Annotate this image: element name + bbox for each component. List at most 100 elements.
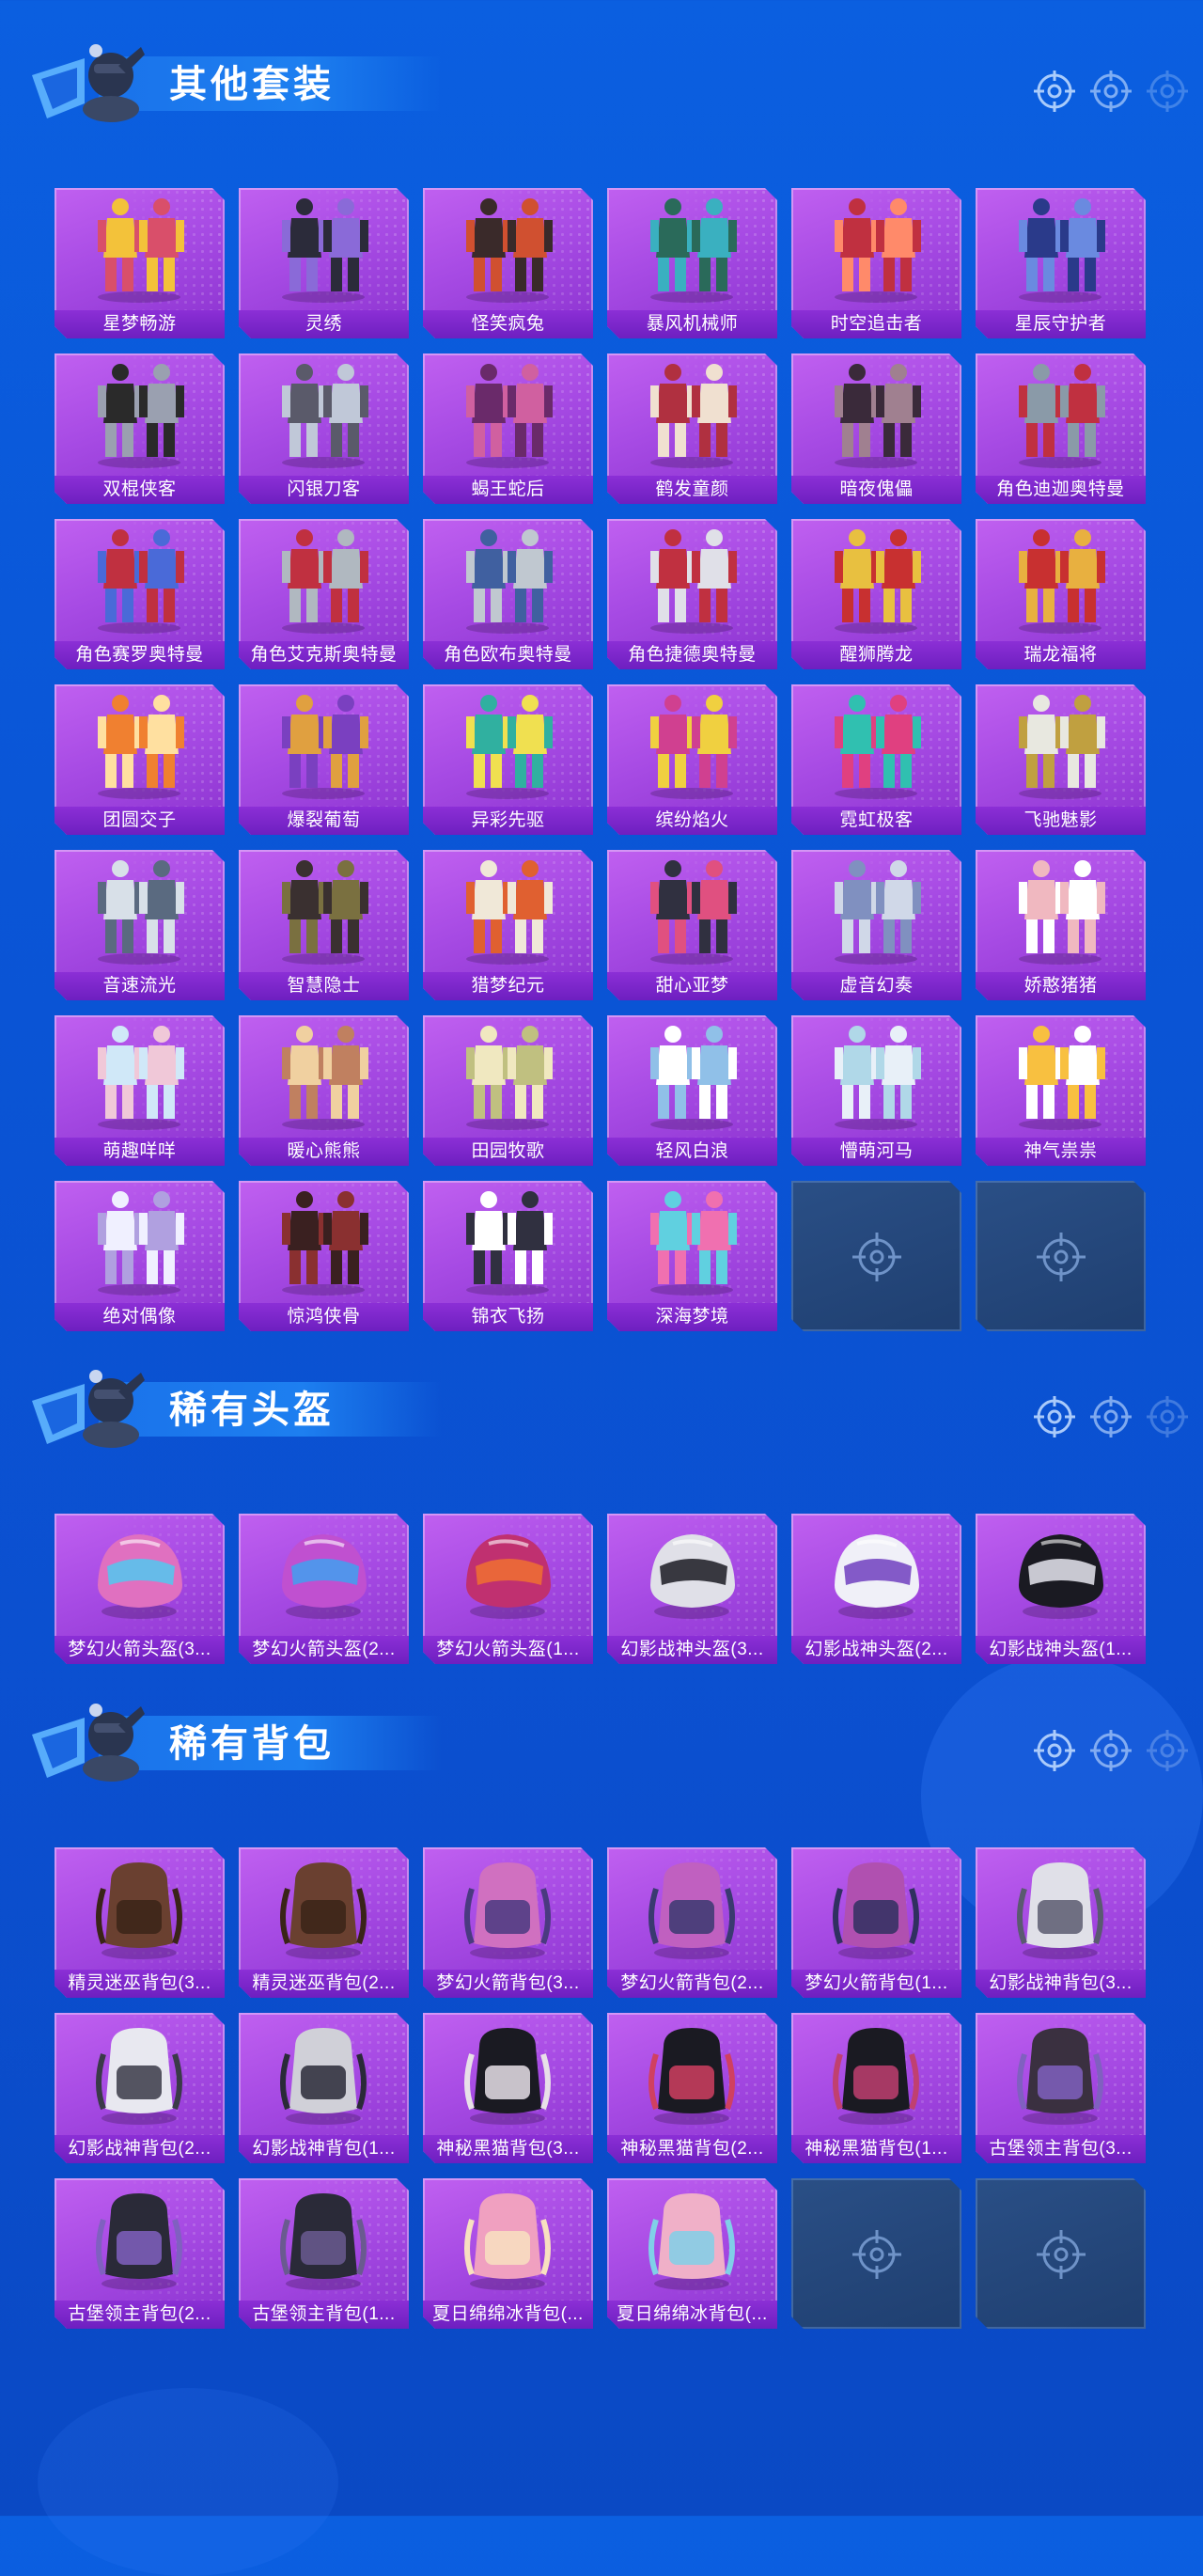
suit-item-card[interactable]: 角色赛罗奥特曼 (55, 519, 225, 669)
suit-item-card[interactable]: 虚音幻奏 (791, 850, 961, 1000)
helmet-item-card[interactable]: 梦幻火箭头盔(1... (423, 1514, 593, 1664)
backpack-item-card[interactable]: 古堡领主背包(3... (976, 2013, 1146, 2163)
suit-item-card[interactable]: 闪银刀客 (239, 353, 409, 504)
helmet-item-card[interactable]: 幻影战神头盔(1... (976, 1514, 1146, 1664)
suit-item-card[interactable]: 娇憨猪猪 (976, 850, 1146, 1000)
item-name: 异彩先驱 (423, 807, 593, 835)
empty-slot (976, 1181, 1146, 1331)
backpack-item-card[interactable]: 夏日绵绵冰背包(... (423, 2178, 593, 2329)
item-name: 幻影战神头盔(2... (791, 1636, 961, 1664)
suit-item-card[interactable]: 智慧隐士 (239, 850, 409, 1000)
suit-item-card[interactable]: 甜心亚梦 (607, 850, 777, 1000)
item-name: 怪笑疯兔 (423, 310, 593, 338)
helmet-item-card[interactable]: 梦幻火箭头盔(2... (239, 1514, 409, 1664)
backpack-image (267, 2018, 381, 2129)
item-name: 时空追击者 (791, 310, 961, 338)
suit-item-card[interactable]: 醒狮腾龙 (791, 519, 961, 669)
item-name: 音速流光 (55, 972, 225, 1000)
item-name: 梦幻火箭背包(1... (791, 1970, 961, 1998)
suit-item-card[interactable]: 萌趣咩咩 (55, 1015, 225, 1166)
backpack-item-card[interactable]: 古堡领主背包(2... (55, 2178, 225, 2329)
item-name: 幻影战神背包(2... (55, 2135, 225, 2163)
backpack-item-card[interactable]: 精灵迷巫背包(2... (239, 1847, 409, 1998)
backpack-item-card[interactable]: 精灵迷巫背包(3... (55, 1847, 225, 1998)
suit-image (820, 359, 933, 470)
suit-item-card[interactable]: 角色迪迦奥特曼 (976, 353, 1146, 504)
backpack-image (1004, 2018, 1117, 2129)
backpack-item-card[interactable]: 梦幻火箭背包(3... (423, 1847, 593, 1998)
backpack-image (83, 2184, 196, 2295)
backpack-item-card[interactable]: 幻影战神背包(3... (976, 1847, 1146, 1998)
item-name: 星辰守护者 (976, 310, 1146, 338)
suit-item-card[interactable]: 惊鸿侠骨 (239, 1181, 409, 1331)
suit-item-card[interactable]: 灵绣 (239, 188, 409, 338)
suit-image (820, 525, 933, 636)
suit-item-card[interactable]: 暖心熊熊 (239, 1015, 409, 1166)
suit-item-card[interactable]: 深海梦境 (607, 1181, 777, 1331)
backpack-item-card[interactable]: 梦幻火箭背包(2... (607, 1847, 777, 1998)
suit-item-card[interactable]: 锦衣飞扬 (423, 1181, 593, 1331)
item-name: 神秘黑猫背包(2... (607, 2135, 777, 2163)
item-name: 角色捷德奥特曼 (607, 641, 777, 669)
suit-item-card[interactable]: 异彩先驱 (423, 684, 593, 835)
suit-image (267, 525, 381, 636)
suit-item-card[interactable]: 怪笑疯兔 (423, 188, 593, 338)
suit-item-card[interactable]: 缤纷焰火 (607, 684, 777, 835)
suit-item-card[interactable]: 神气祟祟 (976, 1015, 1146, 1166)
suit-item-card[interactable]: 暴风机械师 (607, 188, 777, 338)
helmet-item-card[interactable]: 梦幻火箭头盔(3... (55, 1514, 225, 1664)
suit-item-card[interactable]: 暗夜傀儡 (791, 353, 961, 504)
item-name: 幻影战神背包(3... (976, 1970, 1146, 1998)
backpack-item-card[interactable]: 神秘黑猫背包(1... (791, 2013, 961, 2163)
suit-image (451, 690, 565, 801)
crosshair-icon (1036, 2229, 1086, 2280)
backpack-item-card[interactable]: 神秘黑猫背包(2... (607, 2013, 777, 2163)
section-title: 其他套装 (169, 64, 335, 105)
backpack-item-card[interactable]: 夏日绵绵冰背包(... (607, 2178, 777, 2329)
soldier-avatar-icon (28, 1363, 164, 1448)
helmet-item-card[interactable]: 幻影战神头盔(3... (607, 1514, 777, 1664)
suit-item-card[interactable]: 角色艾克斯奥特曼 (239, 519, 409, 669)
suit-item-card[interactable]: 田园牧歌 (423, 1015, 593, 1166)
item-name: 暖心熊熊 (239, 1138, 409, 1166)
backpack-item-card[interactable]: 幻影战神背包(1... (239, 2013, 409, 2163)
backpack-image (820, 2018, 933, 2129)
helmet-image (83, 1519, 196, 1630)
suit-item-card[interactable]: 蝎王蛇后 (423, 353, 593, 504)
backpack-item-card[interactable]: 梦幻火箭背包(1... (791, 1847, 961, 1998)
item-name: 幻影战神头盔(3... (607, 1636, 777, 1664)
suit-item-card[interactable]: 飞驰魅影 (976, 684, 1146, 835)
item-name: 闪银刀客 (239, 476, 409, 504)
suit-item-card[interactable]: 角色欧布奥特曼 (423, 519, 593, 669)
crosshair-decoration-icon (1034, 71, 1188, 112)
backpack-item-card[interactable]: 幻影战神背包(2... (55, 2013, 225, 2163)
helmet-item-card[interactable]: 幻影战神头盔(2... (791, 1514, 961, 1664)
suit-image (451, 525, 565, 636)
suit-image (451, 194, 565, 305)
suit-item-card[interactable]: 霓虹极客 (791, 684, 961, 835)
suit-image (635, 1021, 749, 1132)
item-name: 灵绣 (239, 310, 409, 338)
suit-item-card[interactable]: 绝对偶像 (55, 1181, 225, 1331)
suit-item-card[interactable]: 双棍侠客 (55, 353, 225, 504)
suit-item-card[interactable]: 轻风白浪 (607, 1015, 777, 1166)
suit-item-card[interactable]: 音速流光 (55, 850, 225, 1000)
soldier-avatar-icon (28, 1697, 164, 1782)
suit-item-card[interactable]: 时空追击者 (791, 188, 961, 338)
suit-item-card[interactable]: 星辰守护者 (976, 188, 1146, 338)
suit-item-card[interactable]: 团圆交子 (55, 684, 225, 835)
suit-image (451, 1021, 565, 1132)
suit-item-card[interactable]: 爆裂葡萄 (239, 684, 409, 835)
suit-item-card[interactable]: 鹤发童颜 (607, 353, 777, 504)
suit-item-card[interactable]: 星梦畅游 (55, 188, 225, 338)
backpack-item-card[interactable]: 神秘黑猫背包(3... (423, 2013, 593, 2163)
suit-item-card[interactable]: 猎梦纪元 (423, 850, 593, 1000)
empty-slot (791, 2178, 961, 2329)
suit-item-card[interactable]: 角色捷德奥特曼 (607, 519, 777, 669)
suit-item-card[interactable]: 懵萌河马 (791, 1015, 961, 1166)
backpack-item-card[interactable]: 古堡领主背包(1... (239, 2178, 409, 2329)
suit-image (820, 1021, 933, 1132)
suit-item-card[interactable]: 瑞龙福将 (976, 519, 1146, 669)
item-name: 田园牧歌 (423, 1138, 593, 1166)
suit-image (635, 194, 749, 305)
